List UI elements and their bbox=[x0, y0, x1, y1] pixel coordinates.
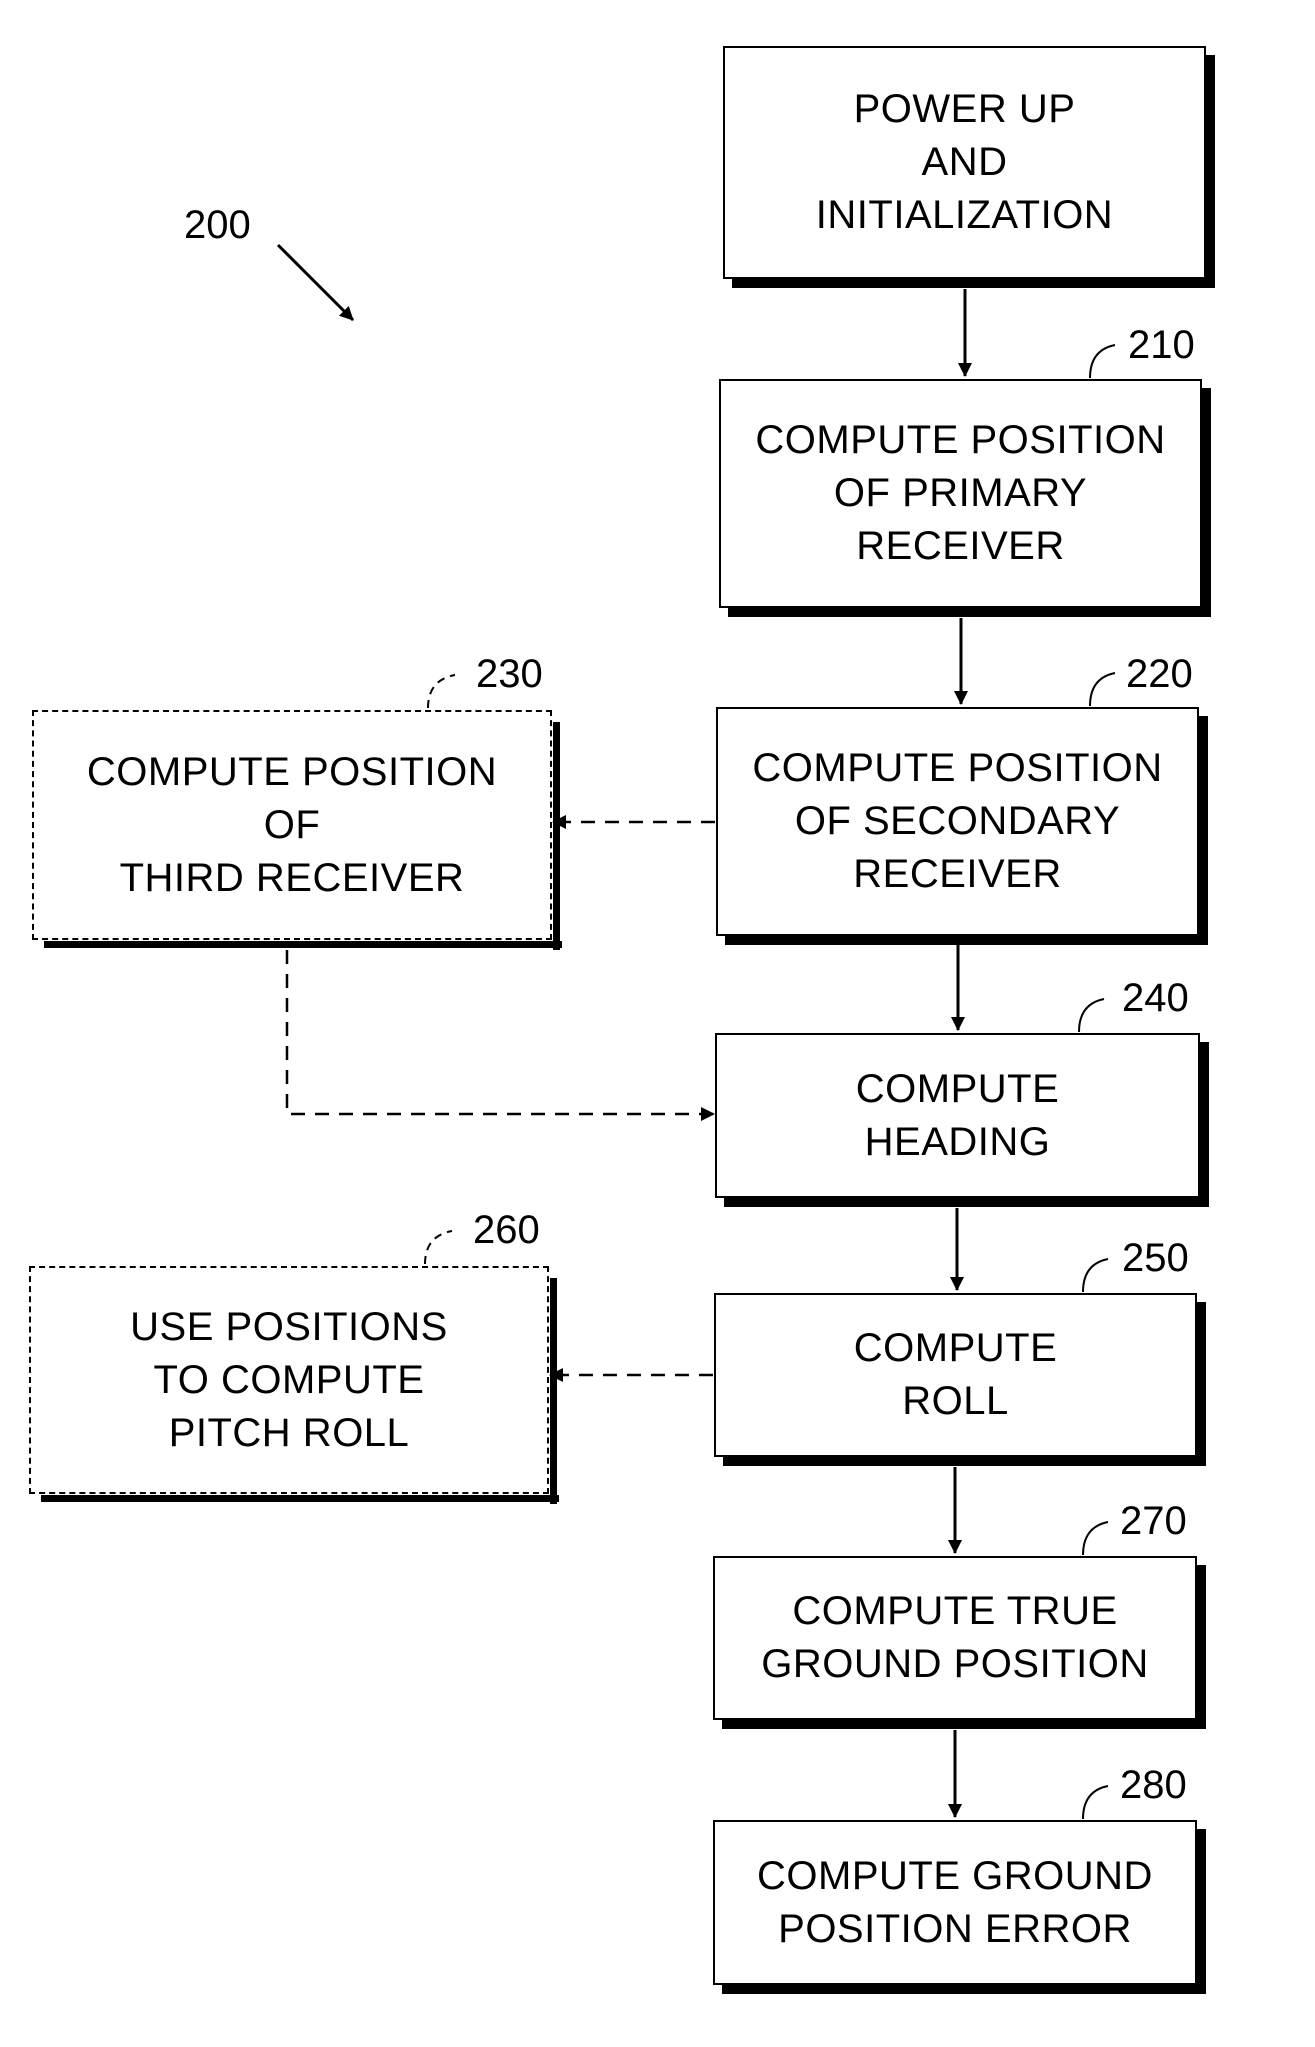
step-power-up-initialization: POWER UP AND INITIALIZATION bbox=[723, 46, 1206, 279]
step-ref-240: 240 bbox=[1122, 976, 1189, 1020]
step-compute-heading: COMPUTE HEADING bbox=[715, 1033, 1200, 1198]
step-label: COMPUTE POSITION OF PRIMARY RECEIVER bbox=[755, 418, 1166, 568]
step-label: POWER UP AND INITIALIZATION bbox=[815, 87, 1114, 237]
step-compute-true-ground-position: COMPUTE TRUE GROUND POSITION bbox=[713, 1556, 1197, 1720]
leader-220 bbox=[1089, 672, 1116, 707]
step-ref-260: 260 bbox=[473, 1208, 540, 1252]
leader-250 bbox=[1082, 1258, 1109, 1293]
step-ref-210: 210 bbox=[1128, 323, 1195, 367]
leader-210 bbox=[1089, 344, 1116, 379]
step-label: COMPUTE ROLL bbox=[853, 1326, 1058, 1423]
step-label: USE POSITIONS TO COMPUTE PITCH ROLL bbox=[130, 1304, 448, 1455]
step-label: COMPUTE GROUND POSITION ERROR bbox=[757, 1853, 1153, 1951]
step-label: COMPUTE HEADING bbox=[855, 1066, 1060, 1164]
step-compute-roll: COMPUTE ROLL bbox=[714, 1293, 1197, 1457]
connector-third-heading bbox=[285, 950, 715, 1121]
leader-230 bbox=[427, 674, 456, 709]
step-compute-primary-position: COMPUTE POSITION OF PRIMARY RECEIVER bbox=[719, 379, 1202, 608]
figure-pointer-arrow bbox=[276, 243, 355, 322]
step-ref-230: 230 bbox=[476, 652, 543, 696]
step-label: COMPUTE TRUE GROUND POSITION bbox=[761, 1589, 1149, 1686]
leader-270 bbox=[1082, 1521, 1109, 1556]
step-ref-270: 270 bbox=[1120, 1499, 1187, 1543]
step-ref-280: 280 bbox=[1120, 1763, 1187, 1807]
step-label: COMPUTE POSITION OF SECONDARY RECEIVER bbox=[752, 746, 1163, 896]
leader-280 bbox=[1082, 1785, 1109, 1820]
step-label: COMPUTE POSITION OF THIRD RECEIVER bbox=[86, 749, 498, 900]
step-ref-250: 250 bbox=[1122, 1236, 1189, 1280]
step-compute-pitch-roll: USE POSITIONS TO COMPUTE PITCH ROLL bbox=[29, 1266, 559, 1504]
step-ref-220: 220 bbox=[1126, 652, 1193, 696]
step-compute-third-position: COMPUTE POSITION OF THIRD RECEIVER bbox=[32, 710, 562, 950]
leader-240 bbox=[1078, 998, 1105, 1033]
step-compute-ground-position-error: COMPUTE GROUND POSITION ERROR bbox=[713, 1820, 1197, 1985]
connector-layer bbox=[276, 243, 1116, 1820]
step-compute-secondary-position: COMPUTE POSITION OF SECONDARY RECEIVER bbox=[716, 707, 1199, 936]
leader-260 bbox=[424, 1230, 453, 1265]
figure-reference: 200 bbox=[184, 203, 251, 247]
